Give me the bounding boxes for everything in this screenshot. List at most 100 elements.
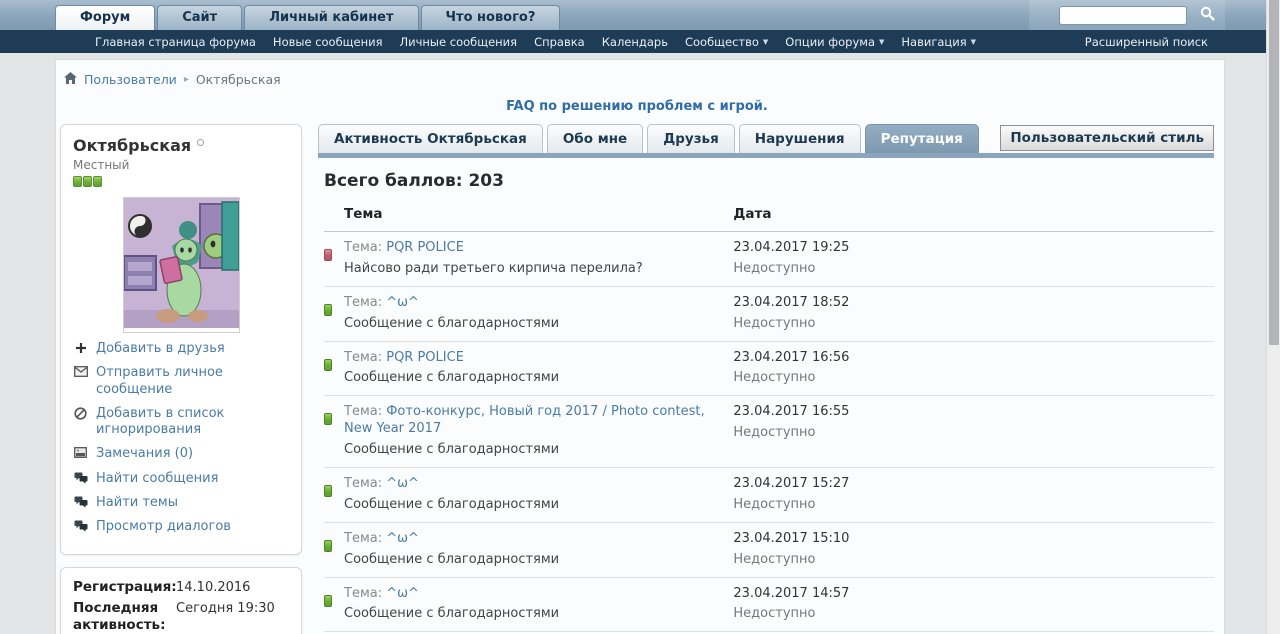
- chevron-down-icon: ▼: [970, 37, 977, 46]
- stat-label: Регистрация:: [73, 579, 177, 596]
- topic-prefix: Тема:: [344, 476, 383, 492]
- profile-action-link[interactable]: Отправить личное сообщение: [73, 365, 289, 398]
- navbar-link[interactable]: Навигация ▼: [901, 35, 976, 49]
- date-column-header: Дата: [733, 206, 772, 222]
- topic-link[interactable]: ^ω^: [386, 586, 419, 601]
- navbar-link[interactable]: Новые сообщения: [273, 35, 383, 49]
- table-row: Тема: ^ω^ Сообщение с благодарностями 23…: [324, 287, 1214, 342]
- profile-tab[interactable]: Нарушения: [738, 124, 861, 153]
- profile-tab[interactable]: Активность Октябрьская: [318, 124, 543, 153]
- topic-prefix: Тема:: [344, 240, 383, 255]
- entry-status: Недоступно: [733, 496, 816, 512]
- search-area: [1029, 0, 1225, 30]
- entry-status: Недоступно: [733, 606, 816, 622]
- profile-action-link[interactable]: Добавить в список игнорирования: [73, 406, 289, 439]
- table-row: Тема: Фото-конкурс, Новый год 2017 / Pho…: [324, 396, 1214, 469]
- topic-comment: Сообщение с благодарностями: [344, 606, 560, 622]
- notes-icon: [73, 447, 88, 459]
- search-input[interactable]: [1059, 5, 1187, 25]
- navbar-link[interactable]: Сообщество ▼: [685, 35, 768, 49]
- topic-comment: Сообщение с благодарностями: [344, 496, 560, 512]
- home-icon[interactable]: [64, 72, 77, 87]
- topic-comment: Сообщение с благодарностями: [344, 315, 560, 331]
- entry-date: 23.04.2017 15:10: [733, 530, 850, 546]
- profile-action-link[interactable]: Просмотр диалогов: [73, 519, 289, 535]
- table-row: Тема: ^ω^ Сообщение с благодарностями 23…: [324, 523, 1214, 578]
- entry-date: 23.04.2017 18:52: [733, 294, 850, 310]
- table-row: Тема: ^ω^ Сообщение с благодарностями 23…: [324, 578, 1214, 633]
- profile-action-link[interactable]: Замечания (0): [73, 446, 289, 462]
- reputation-indicator-icon: [324, 249, 332, 261]
- speech-bubbles-icon: [73, 472, 88, 484]
- chevron-down-icon: ▼: [879, 37, 885, 46]
- topic-comment: Сообщение с благодарностями: [344, 551, 560, 567]
- header-tab[interactable]: Что нового?: [420, 5, 561, 30]
- faq-link[interactable]: FAQ по решению проблем с игрой.: [506, 99, 768, 114]
- speech-bubbles-icon: [73, 520, 88, 532]
- navbar-link[interactable]: Календарь: [602, 35, 668, 49]
- topic-link[interactable]: ^ω^: [386, 295, 419, 310]
- reputation-bar-icon: [73, 176, 82, 187]
- breadcrumb-arrow-icon: ▸: [183, 74, 189, 85]
- ignore-icon: [73, 407, 88, 420]
- navbar-items: Главная страница форума Новые сообщения …: [95, 35, 976, 49]
- speech-bubbles-icon: [73, 496, 88, 508]
- add-friend-icon: [73, 342, 88, 354]
- topic-link[interactable]: PQR POLICE: [386, 240, 464, 255]
- breadcrumb-users-link[interactable]: Пользователи: [84, 72, 177, 87]
- header-tab[interactable]: Личный кабинет: [244, 5, 419, 30]
- stat-row: Последняя активность: Сегодня 19:30: [73, 600, 289, 634]
- topic-comment: Сообщение с благодарностями: [344, 370, 560, 386]
- reputation-bar-icon: [83, 176, 92, 187]
- faq-row: FAQ по решению проблем с игрой.: [60, 95, 1214, 114]
- table-row: Тема: PQR POLICE Сообщение с благодарнос…: [324, 342, 1214, 397]
- profile-tab[interactable]: Репутация: [864, 124, 979, 153]
- navbar-link[interactable]: Личные сообщения: [400, 35, 518, 49]
- total-points-heading: Всего баллов: 203: [324, 171, 504, 191]
- stat-row: Регистрация: 14.10.2016: [73, 579, 289, 596]
- profile-avatar: [122, 197, 240, 333]
- member-info-panel: Октябрьская Местный Добавить в друзья От…: [60, 124, 302, 556]
- stat-value: Сегодня 19:30: [176, 601, 275, 617]
- scrollbar-track[interactable]: [1266, 0, 1280, 634]
- stat-value: 14.10.2016: [176, 580, 251, 596]
- profile-action-link[interactable]: Добавить в друзья: [73, 341, 289, 357]
- navbar-link[interactable]: Опции форума ▼: [785, 35, 884, 49]
- topic-link[interactable]: PQR POLICE: [386, 350, 464, 365]
- navbar-link[interactable]: Справка: [534, 35, 585, 49]
- header-tab[interactable]: Сайт: [157, 5, 243, 30]
- topic-link[interactable]: ^ω^: [386, 531, 419, 546]
- profile-action-link[interactable]: Найти сообщения: [73, 471, 289, 487]
- topic-link[interactable]: Фото-конкурс, Новый год 2017 / Photo con…: [344, 404, 705, 436]
- scrollbar-thumb[interactable]: [1269, 0, 1279, 345]
- entry-status: Недоступно: [733, 551, 816, 567]
- topic-link[interactable]: ^ω^: [386, 476, 419, 491]
- main-content: Активность Октябрьская Обо мне Друзья На…: [318, 124, 1214, 634]
- topic-prefix: Тема:: [344, 585, 383, 601]
- chevron-down-icon: ▼: [762, 37, 769, 46]
- entry-status: Недоступно: [733, 260, 816, 276]
- advanced-search-link[interactable]: Расширенный поиск: [1085, 35, 1208, 49]
- header-tab[interactable]: Форум: [55, 5, 156, 30]
- profile-tab[interactable]: Друзья: [647, 124, 735, 153]
- reputation-table: Тема Дата Тема: PQR POLICE Найсово ради …: [324, 201, 1214, 634]
- table-header: Тема Дата: [324, 201, 1214, 232]
- search-button[interactable]: [1194, 4, 1221, 27]
- reputation-indicator-icon: [324, 485, 332, 498]
- navbar-link[interactable]: Главная страница форума: [95, 35, 256, 49]
- header-tabs: Форум Сайт Личный кабинет Что нового?: [55, 0, 562, 30]
- topic-comment: Найсово ради третьего кирпича перелила?: [344, 260, 643, 276]
- member-stats-panel: Регистрация: 14.10.2016 Последняя активн…: [60, 567, 302, 634]
- breadcrumb: Пользователи ▸ Октябрьская: [60, 72, 1214, 87]
- breadcrumb-current: Октябрьская: [195, 72, 281, 87]
- reputation-indicator-icon: [324, 539, 332, 552]
- reputation-indicator-icon: [324, 594, 332, 607]
- topic-comment: Сообщение с благодарностями: [344, 442, 560, 458]
- profile-tab[interactable]: Обо мне: [546, 124, 644, 153]
- topic-column-header: Тема: [344, 206, 383, 222]
- reputation-indicator-icon: [324, 358, 332, 371]
- user-style-button[interactable]: Пользовательский стиль: [1000, 125, 1214, 151]
- profile-action-link[interactable]: Найти темы: [73, 495, 289, 511]
- entry-date: 23.04.2017 16:55: [733, 404, 850, 420]
- reputation-indicator-icon: [324, 303, 332, 316]
